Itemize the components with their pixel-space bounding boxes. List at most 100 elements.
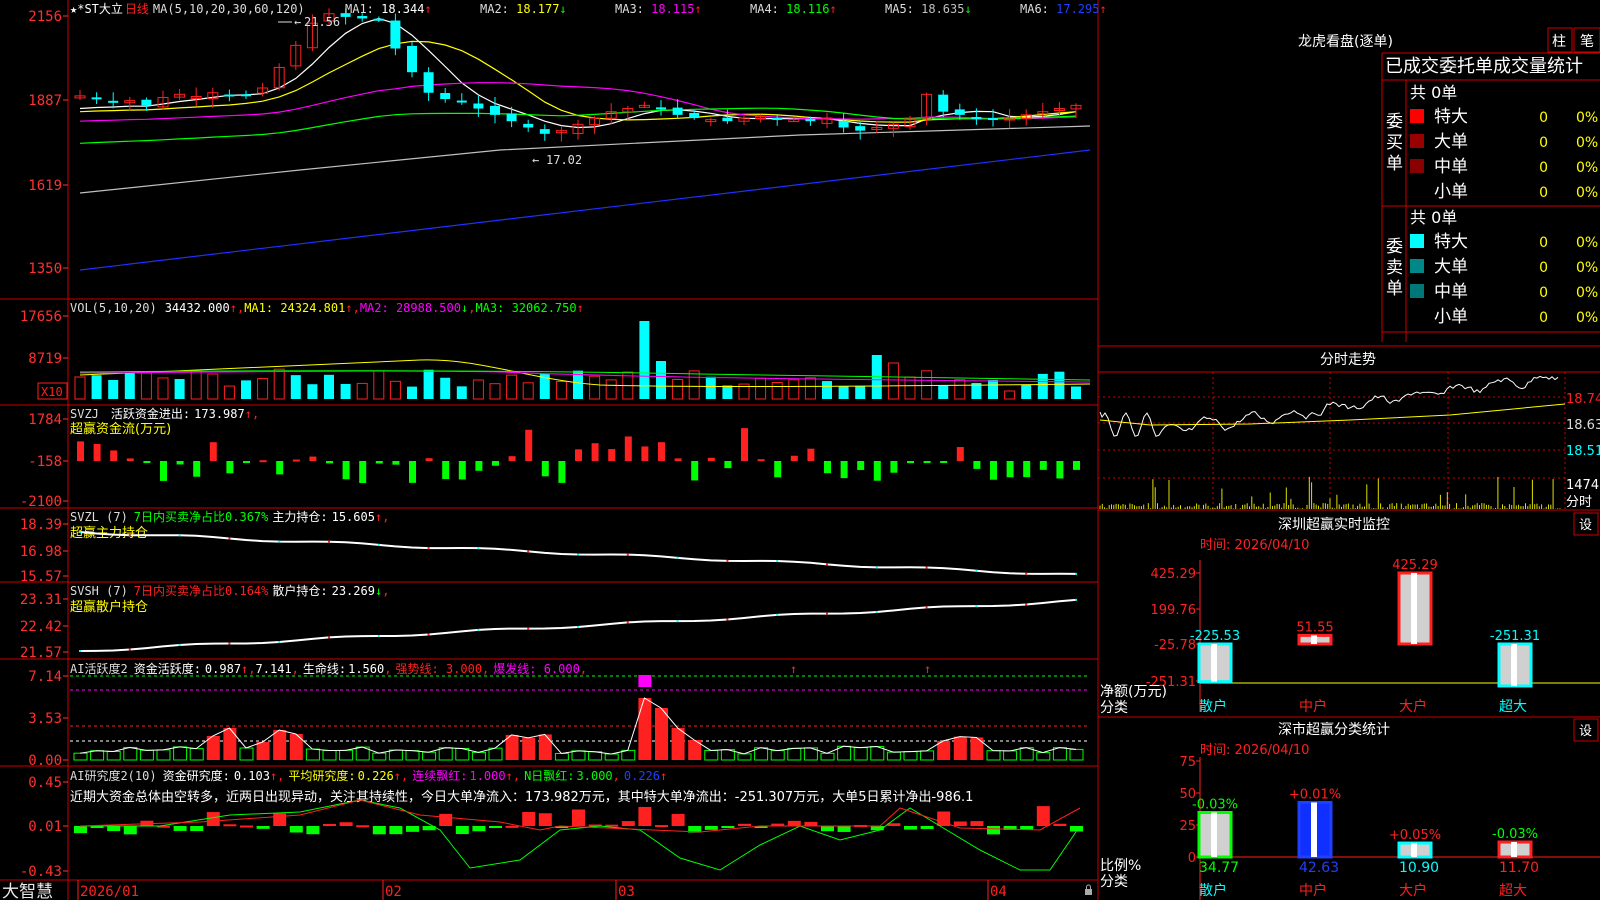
svzj-bar [940,461,948,463]
ai-active-bar [223,728,237,760]
svzj-bar [425,458,433,461]
row-pct: 0% [1576,110,1598,126]
vol-header: VOL(5,10,20) 34432.000↑,MA1: 24324.801↑,M… [70,301,584,315]
svzl-dot [128,534,131,537]
vol-bar [1021,384,1032,399]
ai-research-value: 0.103 [234,769,270,783]
vol-y-tick: 17656 [20,309,62,325]
vol-bar [938,385,949,399]
row-value: 0 [1539,185,1548,201]
vol-bar [656,361,666,399]
svzj-bar [492,461,499,466]
kline-header: ★*ST大立 日线 MA(5,10,20,30,60,120) [70,1,305,16]
svzj-y-tick: -2100 [20,494,62,510]
ai-research-bar [970,821,984,826]
candle-down [108,100,119,103]
side-char: 单 [1386,154,1403,174]
svzj-bar [658,442,665,461]
vol-bar [1071,386,1081,399]
sz-monitor-value: -225.53 [1190,629,1240,644]
sz-monitor-y-tick: 425.29 [1151,567,1197,582]
ai-research-bar [671,813,685,826]
vol-bar [822,381,832,399]
ai-active-y-tick: 3.53 [28,711,62,727]
sz-monitor-bar-shine [1311,635,1317,644]
svzj-bar [276,461,284,475]
row-value: 0 [1539,110,1548,126]
sz-class-time: 时间: 2026/04/10 [1200,743,1309,758]
sz-class-bar-shine [1511,842,1517,857]
svzl-dot [328,540,330,543]
ai-research-bar [74,826,87,834]
intraday-y-tick: 18.74 [1566,392,1600,407]
ma-header: MA(5,10,20,30,60,120) [153,2,305,16]
svg-text:设: 设 [1579,518,1592,533]
svzl-dot [925,566,928,569]
svsh-dot [676,620,679,623]
ai-research-bar [372,826,386,835]
ai-research-bar [787,820,801,826]
svzj-bar [1039,461,1047,470]
vol-bar [124,373,135,399]
kline-y-tick: 1619 [28,178,62,194]
svsh-dot [328,636,330,639]
row-swatch [1410,284,1424,298]
ai-research-bar [704,826,718,830]
sz-monitor-category: 超大 [1499,699,1527,715]
svzj-bar [1023,461,1031,478]
candle-down [407,45,417,73]
intraday-y-tick: 18.63 [1566,418,1600,433]
candle-down [672,107,683,115]
ai-research-bar [107,826,121,832]
candle-down [224,94,235,97]
svsh-dot [726,618,729,621]
candle-down [855,126,866,131]
ai-research-bar [837,826,851,832]
svzj-bar [326,461,333,464]
svzj-bar [624,436,632,461]
intraday-y-tick: 18.51 [1566,444,1600,459]
svzl-dot [726,559,729,562]
svsh-subtitle: 超赢散户持仓 [70,599,148,615]
date-label: 03 [618,884,635,900]
svsh-y-axis: 23.31 22.42 21.57 [20,592,68,661]
svsh-dot [875,610,878,613]
ai-research-bar [256,826,270,829]
row-swatch [1410,134,1424,148]
ai-research-bar [439,813,453,826]
intraday-vol-label: 1474 [1566,478,1599,493]
ai-research-bar [289,826,303,833]
svzl-dot [577,553,579,556]
ai-active-bar [289,734,303,760]
side-char: 买 [1386,133,1403,153]
vol-bar [705,376,716,399]
svzj-bar [1056,461,1064,479]
svsh-y-tick: 21.57 [20,645,62,661]
ai-research-y-tick: -0.43 [20,864,62,880]
svg-text:←: ← [294,15,301,29]
candle-down [971,117,982,120]
candle-down [656,107,666,110]
candle-down [722,117,733,122]
svzj-bar [707,457,715,461]
ai-research-bar [339,822,353,826]
svzl-dot [626,553,629,556]
svsh-dot [1025,603,1028,606]
svzj-bar [890,461,898,473]
sz-class-value: 10.90 [1399,860,1439,876]
svzj-bar [77,441,84,461]
svzj-bar [392,461,400,465]
sz-class-value: 34.77 [1199,860,1239,876]
candle-down [689,112,700,119]
ai-research-bar [721,826,735,828]
ai-research-bar [406,826,419,832]
ma3-value: MA3: 18.115↑ [615,2,702,16]
vol-unit: X10 [41,385,63,399]
side-char: 委 [1386,237,1403,257]
ai-research-bar [738,823,751,826]
vol-bar [988,379,998,399]
sz-class-value: 42.63 [1299,860,1339,876]
ai-active-bar [655,708,668,760]
row-pct: 0% [1576,185,1598,201]
vol-bar [307,384,318,399]
